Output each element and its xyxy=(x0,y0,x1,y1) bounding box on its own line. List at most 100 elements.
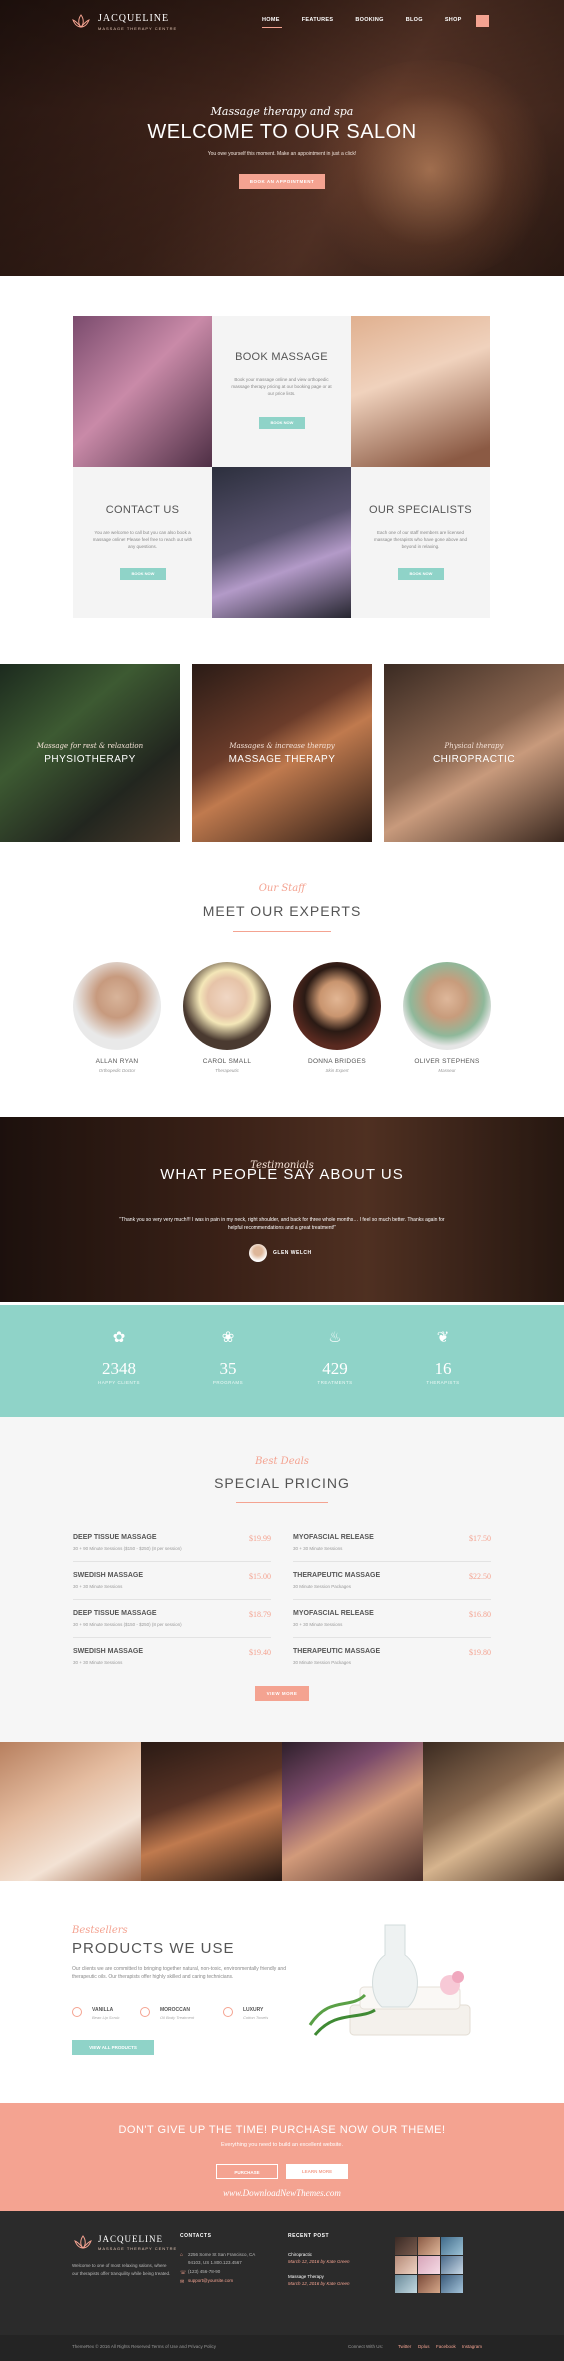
footer-email[interactable]: support@yoursite.com xyxy=(188,2277,233,2285)
gallery-image[interactable] xyxy=(423,1742,564,1881)
expert-name: ALLAN RYAN xyxy=(95,1058,139,1065)
experts-divider xyxy=(233,931,331,932)
copyright-text: ThemeRex © 2016 All Rights Reserved Term… xyxy=(72,2344,217,2349)
service-chiropractic[interactable]: Physical therapy CHIROPRACTIC xyxy=(384,664,564,842)
nav-booking[interactable]: BOOKING xyxy=(355,17,383,29)
avatar[interactable] xyxy=(293,962,381,1050)
expert-role: Masseur xyxy=(438,1068,456,1073)
footer-recent-heading: RECENT POST xyxy=(288,2233,330,2239)
avatar[interactable] xyxy=(73,962,161,1050)
nav-active-indicator xyxy=(262,27,282,28)
pricing-divider xyxy=(236,1502,328,1503)
products-text: Our clients we are committed to bringing… xyxy=(72,1966,286,1980)
footer-thumb[interactable] xyxy=(395,2256,417,2274)
price-row: THERAPEUTIC MASSAGE $22.50 30 Minute Ses… xyxy=(293,1566,491,1600)
footer-thumb[interactable] xyxy=(418,2275,440,2293)
testimonial-quote: "Thank you so very very much!!! I was in… xyxy=(119,1217,445,1231)
feet-spa-image xyxy=(73,316,212,467)
footer-thumb[interactable] xyxy=(395,2237,417,2255)
gallery-image[interactable] xyxy=(282,1742,423,1881)
book-appointment-button[interactable]: BOOK AN APPOINTMENT xyxy=(239,174,325,189)
oil-icon xyxy=(140,2007,150,2017)
expert-name: DONNA BRIDGES xyxy=(307,1058,367,1065)
service-massage-therapy[interactable]: Massages & increase therapy MASSAGE THER… xyxy=(192,664,372,842)
price-name: DEEP TISSUE MASSAGE xyxy=(73,1534,157,1541)
footer-post-title[interactable]: Massage Therapy xyxy=(288,2273,324,2281)
footer-about: Welcome to one of most relaxing salons, … xyxy=(72,2263,171,2276)
gallery-image[interactable] xyxy=(0,1742,141,1881)
product-sub: Cotton Towels xyxy=(243,2015,269,2020)
stat-value: 429 xyxy=(322,1359,348,1378)
product-sub: Bean Lip Scrub xyxy=(92,2015,120,2020)
price-name: DEEP TISSUE MASSAGE xyxy=(73,1610,157,1617)
cta-title: DON'T GIVE UP THE TIME! PURCHASE NOW OUR… xyxy=(118,2124,446,2136)
nav-shop[interactable]: SHOP xyxy=(445,17,462,29)
price-row: MYOFASCIAL RELEASE $17.50 30 + 30 Minute… xyxy=(293,1528,491,1562)
price-desc: 30 + 30 Minute Sessions xyxy=(293,1622,343,1627)
footer-thumb[interactable] xyxy=(441,2256,463,2274)
footer-thumb[interactable] xyxy=(441,2275,463,2293)
price-name: SWEDISH MASSAGE xyxy=(73,1572,144,1579)
view-all-products-button[interactable]: VIEW ALL PRODUCTS xyxy=(72,2040,154,2055)
footer-phone: (123) 456-78-90 xyxy=(188,2269,221,2274)
expert-name: OLIVER STEPHENS xyxy=(414,1058,480,1065)
price-row: SWEDISH MASSAGE $19.40 30 + 30 Minute Se… xyxy=(73,1642,271,1676)
lotus-logo-icon xyxy=(74,2235,92,2249)
products-title: PRODUCTS WE USE xyxy=(72,1940,235,1957)
price-value: $15.00 xyxy=(249,1572,271,1581)
leaf-icon: ❦ xyxy=(436,1329,450,1346)
flower-icon: ❀ xyxy=(221,1329,235,1346)
book-massage-button[interactable]: BOOK NOW xyxy=(259,417,305,429)
service-script: Massage for rest & relaxation xyxy=(36,742,144,750)
footer-thumb[interactable] xyxy=(418,2256,440,2274)
product-sub: Oil Body Treatment xyxy=(160,2015,195,2020)
footer-thumb[interactable] xyxy=(395,2275,417,2293)
towel-icon xyxy=(223,2007,233,2017)
price-row: THERAPEUTIC MASSAGE $19.80 30 Minute Ses… xyxy=(293,1642,491,1676)
view-more-button[interactable]: VIEW MORE xyxy=(255,1686,309,1701)
footer-logo-name[interactable]: JACQUELINE xyxy=(98,2234,163,2244)
cart-icon[interactable] xyxy=(476,15,489,27)
price-value: $16.80 xyxy=(469,1610,491,1619)
service-physiotherapy[interactable]: Massage for rest & relaxation PHYSIOTHER… xyxy=(0,664,180,842)
testimonial-author: GLEN WELCH xyxy=(273,1250,312,1256)
nav-blog[interactable]: BLOG xyxy=(406,17,423,29)
social-twitter[interactable]: Twitter xyxy=(398,2344,411,2349)
price-value: $19.99 xyxy=(249,1534,271,1543)
service-title: PHYSIOTHERAPY xyxy=(44,754,136,765)
pricing-script: Best Deals xyxy=(255,1456,309,1467)
gallery-image[interactable] xyxy=(141,1742,282,1881)
footer-post-title[interactable]: Chiropractic xyxy=(288,2251,312,2259)
logo-name[interactable]: JACQUELINE xyxy=(98,13,169,24)
avatar[interactable] xyxy=(403,962,491,1050)
experts-script: Our Staff xyxy=(258,883,306,894)
book-massage-title: BOOK MASSAGE xyxy=(235,351,328,363)
social-facebook[interactable]: Facebook xyxy=(436,2344,456,2349)
price-value: $19.80 xyxy=(469,1648,491,1657)
stat-value: 2348 xyxy=(102,1359,136,1378)
pricing-title: SPECIAL PRICING xyxy=(214,1475,350,1491)
specialists-book-button[interactable]: BOOK NOW xyxy=(398,568,444,580)
footer-thumb[interactable] xyxy=(418,2237,440,2255)
price-desc: 30 + 90 Minute Sessions ($150 - $250) (8… xyxy=(73,1546,182,1551)
page: JACQUELINE MASSAGE THERAPY CENTRE HOME F… xyxy=(0,0,564,2361)
learn-more-button[interactable]: LEARN MORE xyxy=(286,2164,348,2179)
service-title: MASSAGE THERAPY xyxy=(228,754,336,765)
lotus-icon: ✿ xyxy=(112,1329,126,1346)
social-dplus[interactable]: Dplus xyxy=(418,2344,430,2349)
social-instagram[interactable]: Instagram xyxy=(462,2344,482,2349)
nav-features[interactable]: FEATURES xyxy=(302,17,334,29)
contact-us-tile: CONTACT US You are welcome to call but y… xyxy=(73,467,212,618)
product-name: MOROCCAN xyxy=(160,2007,190,2013)
stat-value: 35 xyxy=(219,1359,237,1378)
footer-post-meta: March 12, 2016 by Kate Green xyxy=(288,2281,350,2286)
vanilla-icon xyxy=(72,2007,82,2017)
contact-book-button[interactable]: BOOK NOW xyxy=(120,568,166,580)
footer-thumb[interactable] xyxy=(441,2237,463,2255)
price-name: THERAPEUTIC MASSAGE xyxy=(293,1572,381,1579)
book-massage-text: Book your massage online and view orthop… xyxy=(231,377,332,396)
expert-role: Orthopedic Doctor xyxy=(98,1068,136,1073)
expert-role: Therapeutic xyxy=(215,1068,239,1073)
avatar[interactable] xyxy=(183,962,271,1050)
purchase-button[interactable]: PURCHASE xyxy=(216,2164,278,2179)
